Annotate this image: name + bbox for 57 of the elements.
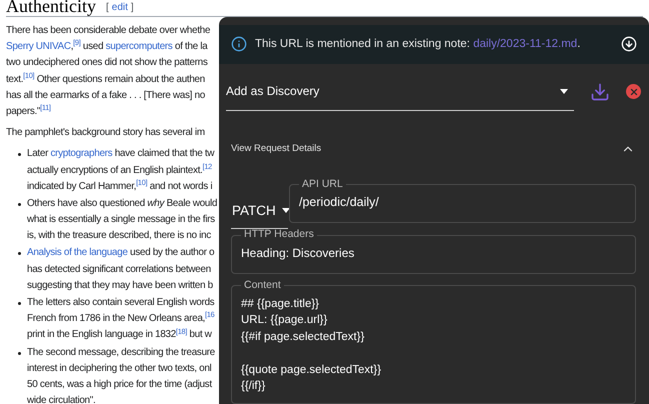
headers-value: Heading: Discoveries bbox=[241, 245, 356, 262]
bracket-text: [ bbox=[106, 1, 109, 15]
article-text: wide circulation". bbox=[27, 395, 96, 404]
article-text: is, with the treasure described, there is no inc bbox=[27, 230, 211, 242]
input-field[interactable]: Content ## {{page.title}} URL: {{page.url}} {{#if page.selectedText}} {{quote page.selectedText}} {{/if}} bbox=[231, 278, 636, 404]
url-value: /periodic/daily/ bbox=[299, 194, 380, 212]
article-text: There has been considerable debate over whethe bbox=[6, 25, 210, 36]
article-text: papers."$^{[11]}$ bbox=[6, 106, 51, 117]
download-icon[interactable] bbox=[590, 82, 610, 102]
download-circle-icon[interactable] bbox=[621, 36, 637, 52]
article-text: used by the author o bbox=[129, 247, 214, 258]
article-text: The pamphlet's background story has several im bbox=[6, 127, 205, 138]
article-text: The letters also contain several English words bbox=[27, 297, 214, 308]
content-value: ## {{page.title}} URL: {{page.url}} {{#if page.selectedText}} {{quote page.selectedText}} {{/if}} bbox=[241, 296, 382, 394]
notice-text: This URL is mentioned in an existing note: daily/2023-11-12.md. bbox=[255, 36, 582, 52]
bullet-icon bbox=[18, 252, 21, 256]
article-text: ,$^{[9]}$ used bbox=[70, 41, 104, 52]
bullet-icon bbox=[18, 202, 21, 206]
field-label: API URL bbox=[301, 176, 344, 192]
article-text: Later bbox=[27, 148, 50, 160]
caret-icon bbox=[282, 208, 290, 214]
article-link[interactable]: Sperry UNIVAC bbox=[6, 41, 71, 52]
article-text: actually encryptions of an English plaintext.$^{[12}$ bbox=[27, 164, 212, 176]
method-select[interactable]: PATCH bbox=[231, 193, 288, 230]
bullet-icon bbox=[18, 302, 21, 305]
article-text: Others have also questioned why Beale would bbox=[27, 198, 218, 209]
article-link[interactable]: cryptographers bbox=[50, 148, 112, 160]
article-text: indicated by Carl Hammer,$^{[10]}$ and not words i bbox=[27, 180, 212, 192]
article-text: has detected significant correlations between bbox=[27, 264, 211, 275]
bullet-icon bbox=[18, 352, 21, 355]
article-link[interactable]: Analysis of the language bbox=[27, 247, 128, 258]
input-field[interactable]: API URL /periodic/daily/ bbox=[289, 176, 636, 224]
bracket-text: ] bbox=[130, 1, 134, 15]
article-text: two undeciphered ones did not show the patterns bbox=[6, 57, 208, 68]
input-field[interactable]: HTTP Headers Heading: Discoveries bbox=[231, 227, 636, 274]
article-text: has all the earmarks of a fake . . . [There was] no bbox=[6, 90, 205, 101]
article-link[interactable]: supercomputers bbox=[106, 41, 172, 52]
field-label: HTTP Headers bbox=[243, 227, 315, 242]
article-text: text.$^{[10]}$ Other questions remain about the authen bbox=[6, 74, 205, 85]
details-toggle[interactable]: View Request Details bbox=[219, 140, 649, 156]
article-text: print in the English language in 1832$^{[18]}$ but w bbox=[27, 329, 212, 340]
article-text: The second message, describing the treasure bbox=[27, 346, 215, 358]
caret-icon bbox=[560, 88, 568, 94]
article-text: interest in deciphering the other two texts, onl bbox=[27, 362, 212, 374]
article-text: French from 1786 in the New Orleans area,$^{[16}$ bbox=[27, 313, 214, 324]
edit-link[interactable]: edit bbox=[112, 0, 128, 15]
article-text: 50 cents, was a high price for the time (adjust bbox=[27, 378, 212, 390]
article-text: what is essentially a single message in the firs bbox=[27, 214, 215, 226]
info-icon bbox=[231, 36, 247, 52]
article-text: suggesting that they may have been written b bbox=[27, 280, 213, 291]
close-icon[interactable] bbox=[626, 84, 641, 100]
field-label: Content bbox=[243, 278, 282, 293]
bullet-icon bbox=[18, 153, 21, 156]
article-text: of the la bbox=[174, 41, 208, 52]
article-text: have claimed that the tw bbox=[114, 148, 214, 160]
note-link[interactable]: daily/2023-11-12.md bbox=[473, 38, 578, 50]
action-select[interactable]: Add as Discovery bbox=[226, 72, 574, 111]
